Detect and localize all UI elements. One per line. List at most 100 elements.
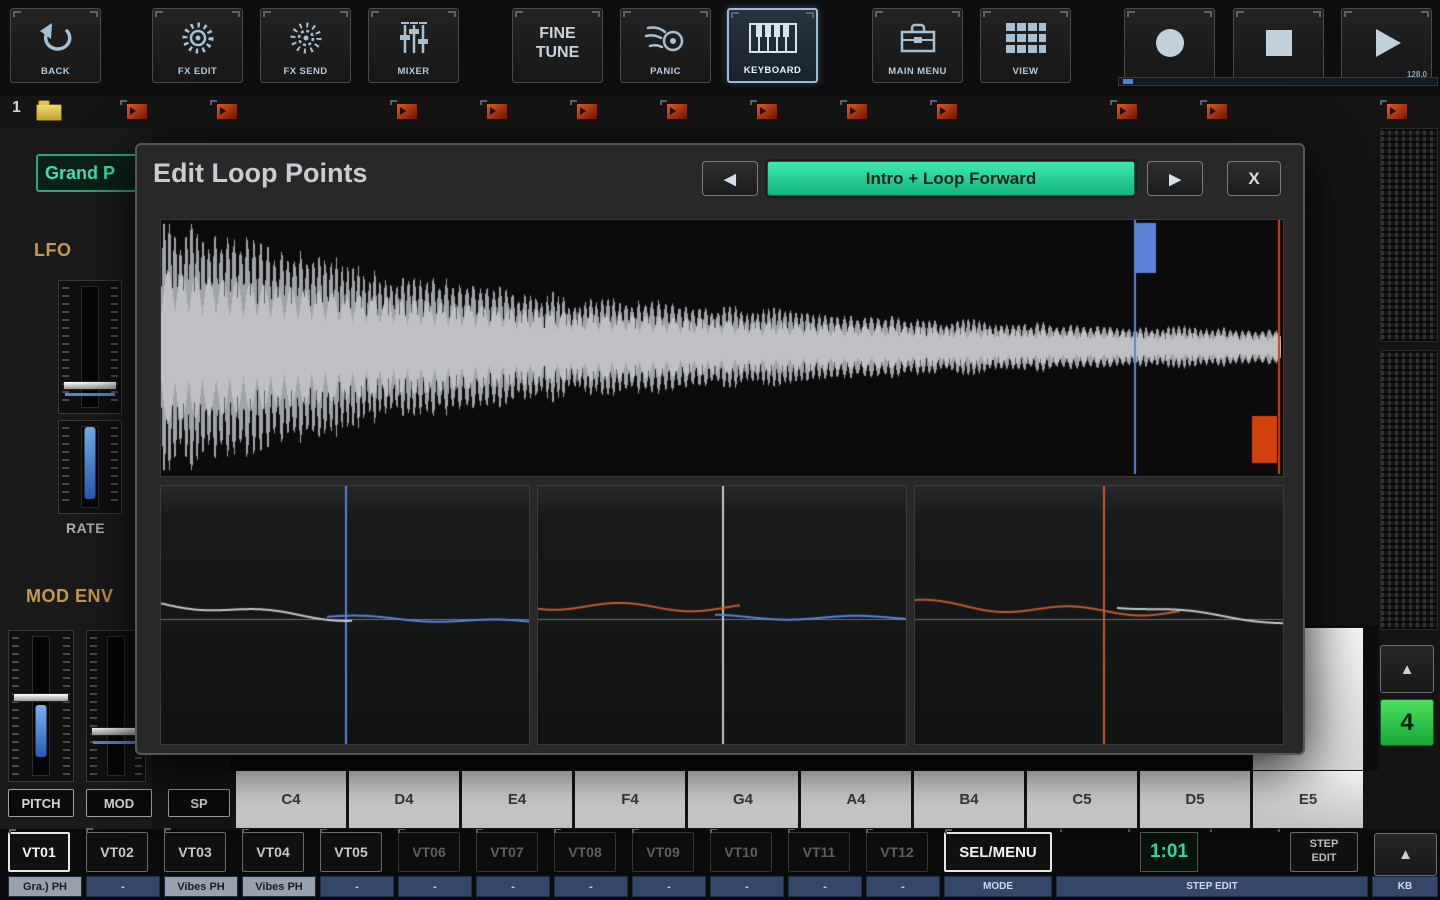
pattern-slot-icon[interactable] [936,103,958,120]
track-vt11[interactable]: VT11 [788,832,850,872]
loop-envelope-panel-2[interactable] [537,485,907,745]
sp-tab[interactable]: SP [168,789,230,817]
waveform-display[interactable] [160,219,1284,477]
play-button[interactable]: 128.0 [1341,8,1432,83]
loop-mode-dropdown[interactable]: Intro + Loop Forward [767,161,1135,196]
panic-button[interactable]: PANIC [620,8,711,83]
pattern-slot-icon[interactable] [1116,103,1138,120]
env-canvas-1[interactable] [161,486,529,744]
mod-tab[interactable]: MOD [86,789,152,817]
key-e4[interactable]: E4 [461,770,573,829]
pattern-slot-icon[interactable] [396,103,418,120]
env-canvas-2[interactable] [538,486,906,744]
loop-envelope-panel-1[interactable] [160,485,530,745]
pattern-slot-icon[interactable] [486,103,508,120]
track-vt03[interactable]: VT03 [164,832,226,872]
env-canvas-3[interactable] [915,486,1283,744]
loop-envelope-panel-3[interactable] [914,485,1284,745]
folder-icon[interactable] [36,104,62,121]
key-label: G4 [733,791,753,808]
track-label: VT08 [568,844,601,860]
fx-send-icon [261,9,350,66]
record-button[interactable] [1124,8,1215,83]
patch-name-box[interactable]: Grand P [36,154,144,192]
track-vt04[interactable]: VT04 [242,832,304,872]
pattern-slot-icon[interactable] [1206,103,1228,120]
fx-send-button[interactable]: FX SEND [260,8,351,83]
key-g4[interactable]: G4 [687,770,799,829]
track-vt06[interactable]: VT06 [398,832,460,872]
right-scroll-rail[interactable] [1380,350,1438,630]
position-value: 1:01 [1150,841,1188,863]
main-menu-label: MAIN MENU [888,66,947,77]
pattern-slot-icon[interactable] [126,103,148,120]
track-vt01[interactable]: VT01 [8,832,70,872]
key-label: A4 [846,791,865,808]
track-vt10[interactable]: VT10 [710,832,772,872]
track-label: VT11 [803,844,836,860]
pattern-slot-icon[interactable] [666,103,688,120]
stop-button[interactable] [1233,8,1324,83]
status-cell: - [788,876,862,897]
right-scroll-rail[interactable] [1380,128,1438,342]
dialog-title: Edit Loop Points [153,158,367,189]
song-progress-bar[interactable] [1118,77,1438,86]
sel-menu-button[interactable]: SEL/MENU [944,832,1052,872]
prev-loop-mode-button[interactable]: ◀ [702,161,758,196]
back-label: BACK [41,66,70,77]
pitch-fader[interactable] [8,630,74,782]
key-d5[interactable]: D5 [1139,770,1251,829]
main-menu-button[interactable]: MAIN MENU [872,8,963,83]
key-b4[interactable]: B4 [913,770,1025,829]
rail-up-button[interactable]: ▲ [1380,645,1434,693]
pattern-slot-icon[interactable] [576,103,598,120]
track-vt07[interactable]: VT07 [476,832,538,872]
track-vt09[interactable]: VT09 [632,832,694,872]
next-loop-mode-button[interactable]: ▶ [1147,161,1203,196]
step-edit-button[interactable]: STEP EDIT [1290,832,1358,872]
pattern-slot-icon[interactable] [1386,103,1408,120]
slider-value-bar [85,427,96,499]
track-vt05[interactable]: VT05 [320,832,382,872]
pattern-slot-icon[interactable] [756,103,778,120]
key-c5[interactable]: C5 [1026,770,1138,829]
status-text: Vibes PH [177,881,225,893]
mixer-button[interactable]: MIXER [368,8,459,83]
track-vt02[interactable]: VT02 [86,832,148,872]
up-arrow-icon: ▲ [1400,661,1415,678]
key-d4[interactable]: D4 [348,770,460,829]
close-dialog-button[interactable]: X [1227,161,1281,196]
key-c4[interactable]: C4 [235,770,347,829]
keyboard-button[interactable]: KEYBOARD [727,8,818,83]
waveform-canvas[interactable] [161,220,1281,474]
key-e5[interactable]: E5 [1252,770,1364,829]
track-vt08[interactable]: VT08 [554,832,616,872]
pattern-slot-icon[interactable] [216,103,238,120]
slider-value-line [65,393,115,396]
track-label: VT01 [22,844,55,860]
status-text: MODE [983,881,1013,892]
fx-send-label: FX SEND [284,66,328,77]
lfo-wave-slider[interactable] [58,280,122,414]
status-cell: - [554,876,628,897]
pattern-slot-icon[interactable] [846,103,868,120]
page-select-button[interactable]: 4 [1380,699,1434,746]
slider-handle[interactable] [13,693,69,702]
back-button[interactable]: BACK [10,8,101,83]
slider-handle[interactable] [63,381,117,390]
key-f4[interactable]: F4 [574,770,686,829]
kb-up-button[interactable]: ▲ [1374,833,1437,876]
key-a4[interactable]: A4 [800,770,912,829]
fine-tune-button[interactable]: FINE TUNE [512,8,603,83]
fx-edit-button[interactable]: FX EDIT [152,8,243,83]
pitch-tab[interactable]: PITCH [8,789,74,817]
record-icon [1125,9,1214,77]
status-cell: - [476,876,550,897]
track-vt12[interactable]: VT12 [866,832,928,872]
slider-handle[interactable] [91,727,141,736]
lfo-rate-slider[interactable] [58,420,122,514]
key-label: F4 [621,791,639,808]
mixer-icon [369,9,458,66]
mod-tab-label: MOD [104,796,134,811]
view-button[interactable]: VIEW [980,8,1071,83]
